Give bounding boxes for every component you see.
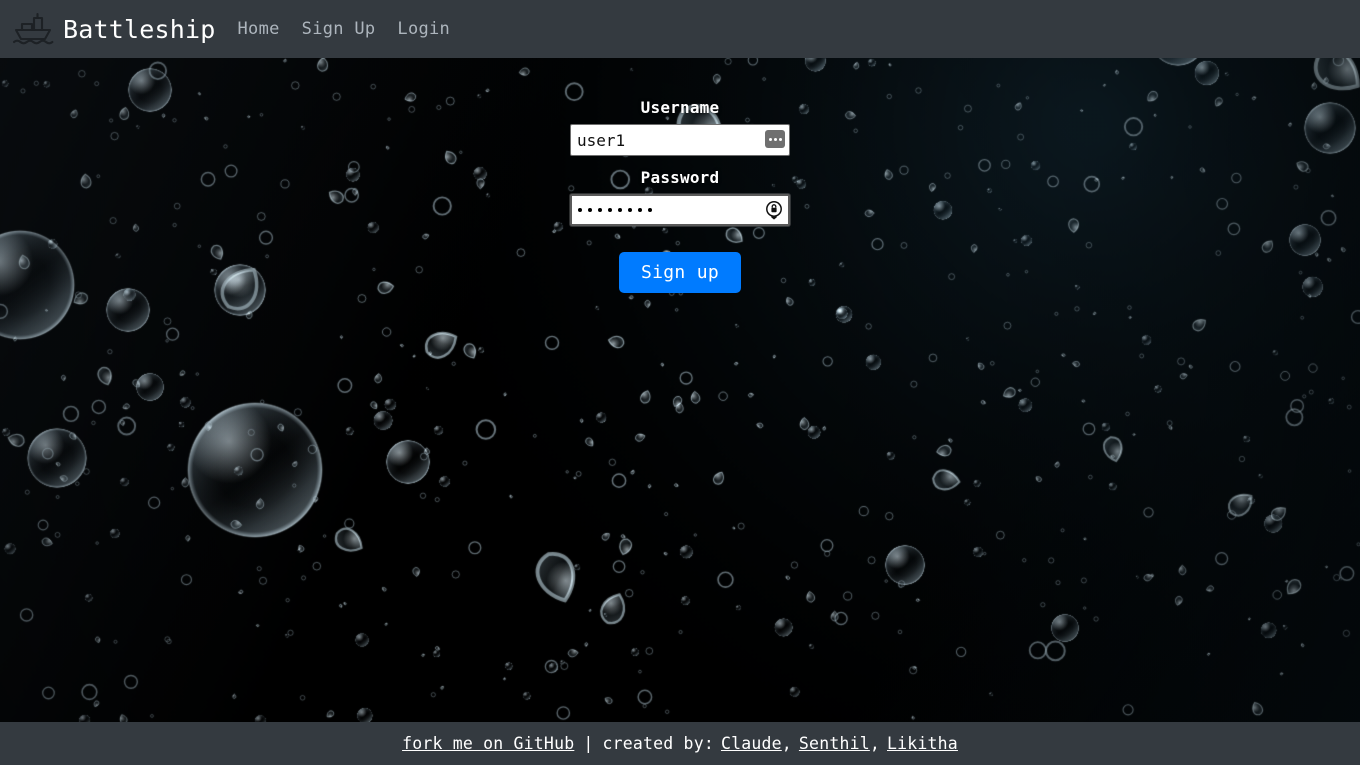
field-gap (570, 156, 790, 168)
footer-content: fork me on GitHub | created by: Claude ,… (402, 734, 958, 753)
author-link-senthil[interactable]: Senthil (799, 734, 870, 753)
username-input[interactable] (570, 124, 790, 156)
github-fork-link[interactable]: fork me on GitHub (402, 734, 574, 753)
footer-separator: | (583, 734, 594, 753)
nav-link-login[interactable]: Login (397, 19, 450, 39)
nav-link-home[interactable]: Home (238, 19, 280, 39)
footer: fork me on GitHub | created by: Claude ,… (0, 722, 1360, 765)
author-link-likitha[interactable]: Likitha (887, 734, 958, 753)
navbar: Battleship Home Sign Up Login (0, 0, 1360, 58)
author-comma-1: , (869, 734, 880, 753)
autofill-dots-icon[interactable] (765, 130, 785, 148)
password-input[interactable] (570, 194, 790, 226)
username-label: Username (640, 98, 720, 117)
ship-icon (12, 12, 54, 45)
username-field-wrap (570, 124, 790, 156)
signup-submit-button[interactable]: Sign up (619, 252, 741, 293)
signup-form: Username Password Sign up (570, 98, 790, 293)
author-comma-0: , (781, 734, 792, 753)
brand-text: Battleship (63, 14, 216, 44)
footer-credit-prefix: created by: (602, 734, 714, 753)
password-label: Password (640, 168, 720, 187)
author-link-claude[interactable]: Claude (721, 734, 782, 753)
autofill-dot (773, 137, 777, 141)
nav-link-signup[interactable]: Sign Up (302, 19, 376, 39)
autofill-dot (768, 137, 772, 141)
key-lock-icon[interactable] (764, 200, 784, 220)
autofill-dot (778, 137, 782, 141)
password-field-wrap (570, 194, 790, 226)
brand-link[interactable]: Battleship (11, 12, 216, 46)
